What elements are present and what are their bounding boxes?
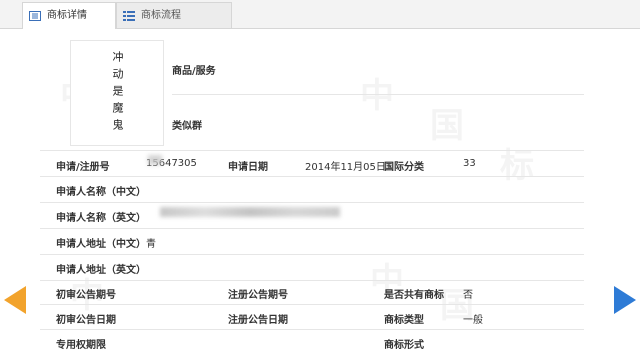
divider bbox=[40, 228, 584, 229]
list-icon bbox=[123, 10, 135, 21]
divider bbox=[40, 202, 584, 203]
divider bbox=[40, 254, 584, 255]
tab-trademark-details[interactable]: 商标详情 bbox=[22, 2, 116, 29]
intl-class-label: 国际分类 bbox=[384, 162, 424, 173]
reg-date-label: 注册公告日期 bbox=[228, 315, 288, 326]
address-cn-value: 青 bbox=[146, 239, 156, 250]
mark-type-label: 商标类型 bbox=[384, 315, 424, 326]
divider bbox=[40, 329, 584, 330]
redacted-address bbox=[160, 207, 340, 217]
similar-group-label: 类似群 bbox=[172, 121, 202, 132]
divider bbox=[172, 94, 584, 95]
prelim-date-label: 初审公告日期 bbox=[56, 315, 116, 326]
intl-class-value: 33 bbox=[463, 158, 476, 169]
shared-label: 是否共有商标 bbox=[384, 290, 444, 301]
tab-bar: 商标详情 商标流程 bbox=[0, 0, 640, 29]
divider bbox=[40, 150, 584, 151]
document-icon bbox=[29, 11, 41, 21]
reg-no-label: 申请/注册号 bbox=[56, 162, 110, 173]
divider bbox=[40, 176, 584, 177]
trademark-image: 冲动是魔鬼 bbox=[70, 40, 164, 146]
divider bbox=[40, 304, 584, 305]
watermark: 中 bbox=[360, 76, 394, 116]
watermark: 标 bbox=[500, 146, 534, 186]
details-panel: 中 国 中 国 标 中 国 中 冲动是魔鬼 商品/服务 类似群 申请/注册号 1… bbox=[0, 28, 640, 356]
tab-trademark-process[interactable]: 商标流程 bbox=[116, 2, 232, 28]
address-cn-label: 申请人地址（中文） bbox=[56, 239, 146, 250]
redacted-applicant-name bbox=[148, 155, 162, 165]
tab-trademark-process-label: 商标流程 bbox=[141, 9, 181, 21]
apply-date-label: 申请日期 bbox=[228, 162, 268, 173]
goods-services-label: 商品/服务 bbox=[172, 66, 216, 77]
prev-arrow-icon[interactable] bbox=[4, 286, 26, 314]
divider bbox=[40, 280, 584, 281]
mark-type-value: 一般 bbox=[463, 315, 483, 326]
tab-trademark-details-label: 商标详情 bbox=[47, 10, 87, 21]
applicant-cn-label: 申请人名称（中文） bbox=[56, 187, 146, 198]
reg-issue-label: 注册公告期号 bbox=[228, 290, 288, 301]
applicant-en-label: 申请人名称（英文） bbox=[56, 213, 146, 224]
prelim-issue-label: 初审公告期号 bbox=[56, 290, 116, 301]
shared-value: 否 bbox=[463, 290, 473, 301]
address-en-label: 申请人地址（英文） bbox=[56, 265, 146, 276]
next-arrow-icon[interactable] bbox=[614, 286, 636, 314]
trademark-image-text: 冲动是魔鬼 bbox=[111, 51, 124, 136]
mark-form-label: 商标形式 bbox=[384, 340, 424, 351]
apply-date-value: 2014年11月05日 bbox=[305, 162, 386, 173]
exclusive-period-label: 专用权期限 bbox=[56, 340, 106, 351]
watermark: 国 bbox=[430, 106, 464, 146]
